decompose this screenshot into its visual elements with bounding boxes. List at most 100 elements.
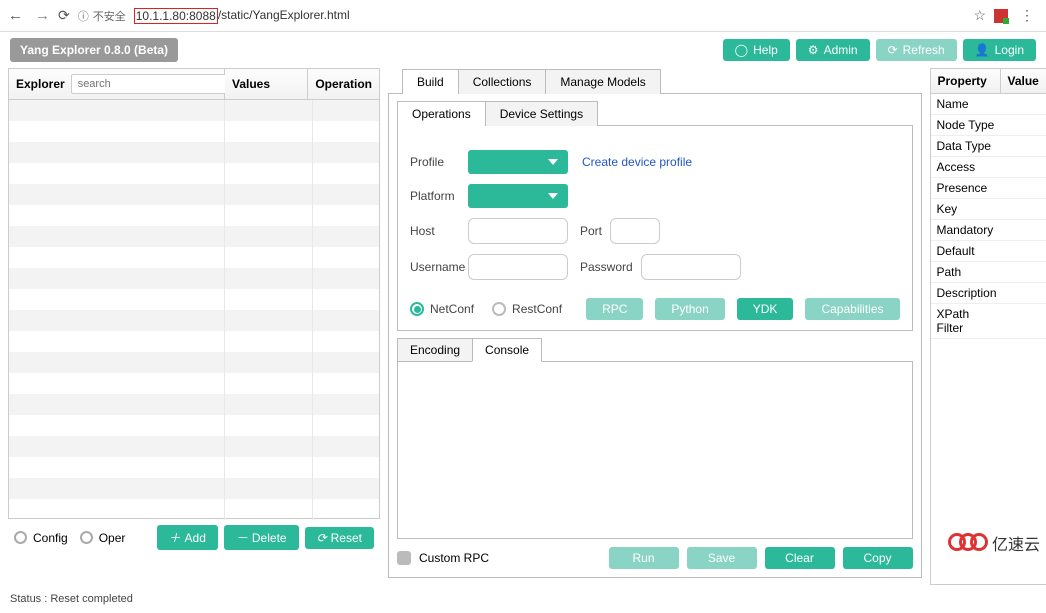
tab-device[interactable]: Device Settings: [485, 101, 598, 126]
rpc-button[interactable]: RPC: [586, 298, 643, 320]
table-row: [9, 373, 379, 394]
admin-button[interactable]: ⚙Admin: [796, 39, 870, 61]
back-icon[interactable]: ←: [8, 7, 23, 24]
username-input[interactable]: [468, 254, 568, 280]
property-header: Property Value: [931, 69, 1046, 94]
tab-operations[interactable]: Operations: [397, 101, 486, 126]
explorer-rows: [9, 100, 379, 518]
prop-row: Key: [931, 199, 1046, 220]
tab-console[interactable]: Console: [472, 338, 542, 362]
prop-row: Default: [931, 241, 1046, 262]
run-button[interactable]: Run: [609, 547, 679, 569]
netconf-radio[interactable]: [410, 302, 424, 316]
refresh-button[interactable]: ⟳Refresh: [876, 39, 957, 61]
watermark-text: 亿速云: [992, 531, 1040, 555]
platform-row: Platform: [410, 184, 900, 208]
protocol-row: NetConf RestConf RPC Python YDK Capabili…: [410, 298, 900, 320]
table-row: [9, 415, 379, 436]
tab-collections[interactable]: Collections: [458, 69, 547, 94]
oper-label: Oper: [99, 531, 126, 545]
reset-button[interactable]: ⟳Reset: [305, 527, 374, 549]
port-input[interactable]: [610, 218, 660, 244]
profile-label: Profile: [410, 155, 468, 169]
plus-icon: ＋: [169, 529, 181, 546]
values-col-header: Values: [225, 69, 308, 99]
table-row: [9, 142, 379, 163]
console-area[interactable]: [397, 361, 913, 539]
operation-col-header: Operation: [308, 69, 379, 99]
username-row: Username Password: [410, 254, 900, 280]
bottom-row: Custom RPC Run Save Clear Copy: [397, 547, 913, 569]
table-row: [9, 226, 379, 247]
prop-row: Access: [931, 157, 1046, 178]
profile-dropdown[interactable]: [468, 150, 568, 174]
bookmark-icon[interactable]: ☆: [973, 7, 986, 24]
config-label: Config: [33, 531, 68, 545]
main-tabs: Build Collections Manage Models: [388, 68, 922, 93]
property-panel: Property Value Name Node Type Data Type …: [930, 68, 1046, 585]
table-row: [9, 478, 379, 499]
add-button[interactable]: ＋Add: [157, 525, 218, 550]
table-row: [9, 205, 379, 226]
table-row: [9, 394, 379, 415]
forward-icon[interactable]: →: [35, 7, 50, 24]
url-highlighted: 10.1.1.80:8088: [134, 8, 218, 24]
host-input[interactable]: [468, 218, 568, 244]
platform-label: Platform: [410, 189, 468, 203]
host-row: Host Port: [410, 218, 900, 244]
main-area: Explorer Values Operation: [0, 68, 1046, 585]
host-label: Host: [410, 224, 468, 238]
table-row: [9, 121, 379, 142]
explorer-panel: Explorer Values Operation: [8, 68, 380, 519]
save-button[interactable]: Save: [687, 547, 757, 569]
password-input[interactable]: [641, 254, 741, 280]
nav-arrows: ← →: [8, 7, 50, 24]
copy-button[interactable]: Copy: [843, 547, 913, 569]
tab-build[interactable]: Build: [402, 69, 459, 94]
password-label: Password: [580, 260, 633, 274]
tab-encoding[interactable]: Encoding: [397, 338, 473, 362]
help-button[interactable]: ◯Help: [723, 39, 790, 61]
value-col-header: Value: [1001, 69, 1046, 93]
refresh-icon: ⟳: [317, 531, 327, 545]
prop-row: Node Type: [931, 115, 1046, 136]
table-row: [9, 436, 379, 457]
url-bar[interactable]: 10.1.1.80:8088/static/YangExplorer.html: [134, 8, 350, 24]
clear-button[interactable]: Clear: [765, 547, 835, 569]
browser-bar: ← → ⟳ ⓘ 不安全 10.1.1.80:8088/static/YangEx…: [0, 0, 1046, 32]
login-button[interactable]: 👤Login: [963, 39, 1036, 61]
extension-icon[interactable]: [994, 9, 1008, 23]
oper-radio[interactable]: [80, 531, 93, 544]
prop-row: Name: [931, 94, 1046, 115]
reload-icon[interactable]: ⟳: [58, 7, 70, 24]
menu-icon[interactable]: ⋮: [1016, 7, 1038, 24]
restconf-radio[interactable]: [492, 302, 506, 316]
prop-row: Description: [931, 283, 1046, 304]
restconf-label: RestConf: [512, 302, 562, 316]
explorer-header: Explorer Values Operation: [9, 69, 379, 100]
table-row: [9, 268, 379, 289]
capabilities-button[interactable]: Capabilities: [805, 298, 899, 320]
delete-button[interactable]: －Delete: [224, 525, 299, 550]
platform-dropdown[interactable]: [468, 184, 568, 208]
property-col-header: Property: [931, 69, 1001, 93]
port-label: Port: [580, 224, 602, 238]
table-row: [9, 247, 379, 268]
center-panel: Build Collections Manage Models Operatio…: [388, 68, 922, 578]
left-column: Explorer Values Operation: [8, 68, 380, 556]
config-radio[interactable]: [14, 531, 27, 544]
prop-row: Mandatory: [931, 220, 1046, 241]
build-body: Operations Device Settings Profile Creat…: [388, 93, 922, 578]
watermark-icon: [948, 531, 988, 555]
python-button[interactable]: Python: [655, 298, 724, 320]
status-bar: Status : Reset completed: [0, 585, 1046, 613]
create-profile-link[interactable]: Create device profile: [582, 155, 692, 169]
tab-manage[interactable]: Manage Models: [545, 69, 660, 94]
watermark: 亿速云: [948, 531, 1040, 555]
operations-body: Profile Create device profile Platform H…: [397, 125, 913, 331]
ydk-button[interactable]: YDK: [737, 298, 794, 320]
search-input[interactable]: [71, 74, 227, 94]
table-row: [9, 100, 379, 121]
table-row: [9, 289, 379, 310]
gear-icon: ⚙: [808, 43, 819, 57]
